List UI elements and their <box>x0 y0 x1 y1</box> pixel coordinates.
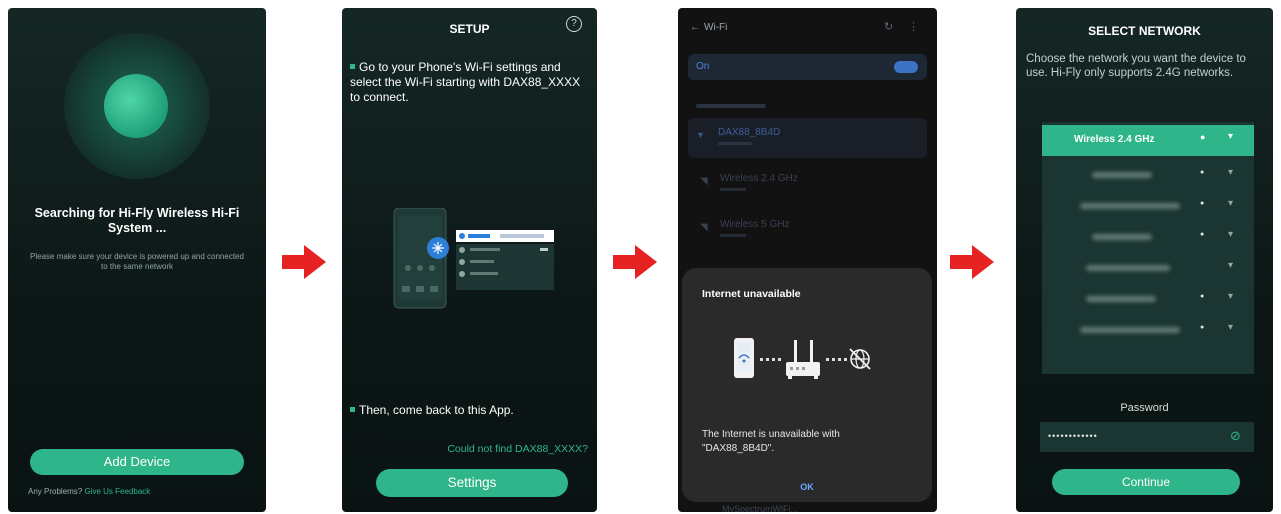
password-input: •••••••••••• <box>1048 431 1098 441</box>
blurred-network-name <box>1080 327 1180 333</box>
dialog-title: Internet unavailable <box>702 288 801 300</box>
lock-icon: ● <box>1200 169 1205 176</box>
no-internet-illustration-icon <box>734 338 871 379</box>
radar-pulse-icon <box>104 74 168 138</box>
setup-title: SETUP <box>449 22 490 36</box>
blurred-network-name <box>1086 265 1170 271</box>
password-field[interactable]: •••••••••••• ⊘ <box>1040 422 1254 452</box>
network-status <box>718 142 752 145</box>
feedback-link[interactable]: Give Us Feedback <box>84 487 150 496</box>
step-bullet-icon <box>350 64 355 69</box>
add-device-button[interactable]: Add Device <box>30 449 244 475</box>
settings-button[interactable]: Settings <box>376 469 568 497</box>
network-list: Wireless 2.4 GHz ● ▾ ● ▾ ● ▾ ● ▾ ▾ ● ▾ ●… <box>1042 122 1254 374</box>
network-item[interactable]: ● ▾ <box>1042 191 1254 222</box>
back-arrow-icon[interactable]: ← <box>690 22 700 33</box>
blurred-network-name <box>1092 172 1152 178</box>
wifi-signal-icon: ▾ <box>1228 322 1234 333</box>
network-item[interactable]: ● ▾ <box>1042 222 1254 253</box>
wifi-on-label: On <box>696 61 710 72</box>
wifi-signal-icon: ▾ <box>1228 229 1234 240</box>
password-label: Password <box>1120 402 1169 414</box>
lock-icon: ● <box>1200 324 1205 331</box>
network-item[interactable]: ● ▾ <box>1042 160 1254 191</box>
wifi-network-item[interactable]: ◥ Wireless 5 GHz <box>700 214 920 250</box>
wifi-signal-icon: ▾ <box>1228 260 1234 271</box>
setup-step-2: Then, come back to this App. <box>350 403 582 417</box>
phone-wifi-illustration-icon <box>393 207 554 309</box>
setup-screen: SETUP ? Go to your Phone's Wi-Fi setting… <box>342 8 597 512</box>
wifi-network-item[interactable]: ◥ Wireless 2.4 GHz <box>700 168 920 204</box>
lock-icon: ● <box>1200 293 1205 300</box>
could-not-find-link[interactable]: Could not find DAX88_XXXX? <box>398 443 588 455</box>
section-header <box>696 104 766 108</box>
network-status <box>720 234 746 237</box>
lock-icon: ● <box>1200 231 1205 238</box>
network-status <box>720 188 746 191</box>
step-bullet-icon <box>350 407 355 412</box>
wifi-signal-icon: ▾ <box>1228 131 1234 142</box>
refresh-icon[interactable]: ↻ <box>884 20 893 33</box>
lock-icon: ● <box>1200 132 1206 142</box>
setup-step-1: Go to your Phone's Wi-Fi settings and se… <box>350 60 581 104</box>
select-network-description: Choose the network you want the device t… <box>1026 53 1246 79</box>
wifi-signal-icon: ▾ <box>1228 291 1234 302</box>
dialog-message: The Internet is unavailable with "DAX88_… <box>702 429 840 454</box>
problems-row: Any Problems? Give Us Feedback <box>28 487 150 496</box>
search-screen: Searching for Hi-Fly Wireless Hi-Fi Syst… <box>8 8 266 512</box>
network-item[interactable]: ● ▾ <box>1042 284 1254 315</box>
network-name: Wireless 2.4 GHz <box>1074 134 1155 145</box>
search-subtitle: Please make sure your device is powered … <box>30 252 244 271</box>
wifi-toggle-switch[interactable] <box>894 61 918 73</box>
wifi-signal-icon: ◥ <box>700 176 708 187</box>
network-item-selected[interactable]: Wireless 2.4 GHz ● ▾ <box>1042 125 1254 156</box>
dialog-ok-button[interactable]: OK <box>792 482 822 492</box>
network-name: DAX88_8B4D <box>718 127 781 138</box>
continue-button[interactable]: Continue <box>1052 469 1240 495</box>
more-options-icon[interactable]: ⋮ <box>908 20 919 33</box>
wifi-toggle-row[interactable]: On <box>688 54 927 80</box>
network-name: Wireless 5 GHz <box>720 219 790 230</box>
network-name: Wireless 2.4 GHz <box>720 173 798 184</box>
select-network-screen: SELECT NETWORK Choose the network you wa… <box>1016 8 1273 512</box>
blurred-network-name <box>1092 234 1152 240</box>
blurred-network-name <box>1080 203 1180 209</box>
internet-unavailable-dialog: Internet unavailable The Internet is una… <box>682 268 932 502</box>
search-title: Searching for Hi-Fly Wireless Hi-Fi Syst… <box>34 206 240 235</box>
wifi-signal-icon: ▾ <box>698 130 704 141</box>
wifi-signal-icon: ▾ <box>1228 167 1234 178</box>
network-item[interactable]: ▾ <box>1042 253 1254 284</box>
lock-icon: ● <box>1200 200 1205 207</box>
help-icon[interactable]: ? <box>566 16 582 32</box>
problems-label: Any Problems? <box>28 487 83 496</box>
wifi-network-connected[interactable]: ▾ DAX88_8B4D <box>688 118 927 158</box>
wifi-title: Wi-Fi <box>704 22 728 33</box>
hide-password-icon[interactable]: ⊘ <box>1230 428 1241 444</box>
blurred-network-name <box>1086 296 1156 302</box>
wifi-signal-icon: ◥ <box>700 222 708 233</box>
wifi-settings-illustration <box>388 207 558 318</box>
bottom-network-name: MySpectrumWiFi... <box>722 504 799 512</box>
select-network-title: SELECT NETWORK <box>1088 24 1201 38</box>
network-item[interactable]: ● ▾ <box>1042 315 1254 346</box>
android-wifi-screen: ← Wi-Fi ↻ ⋮ On ▾ DAX88_8B4D ◥ Wireless 2… <box>678 8 937 512</box>
wifi-signal-icon: ▾ <box>1228 198 1234 209</box>
